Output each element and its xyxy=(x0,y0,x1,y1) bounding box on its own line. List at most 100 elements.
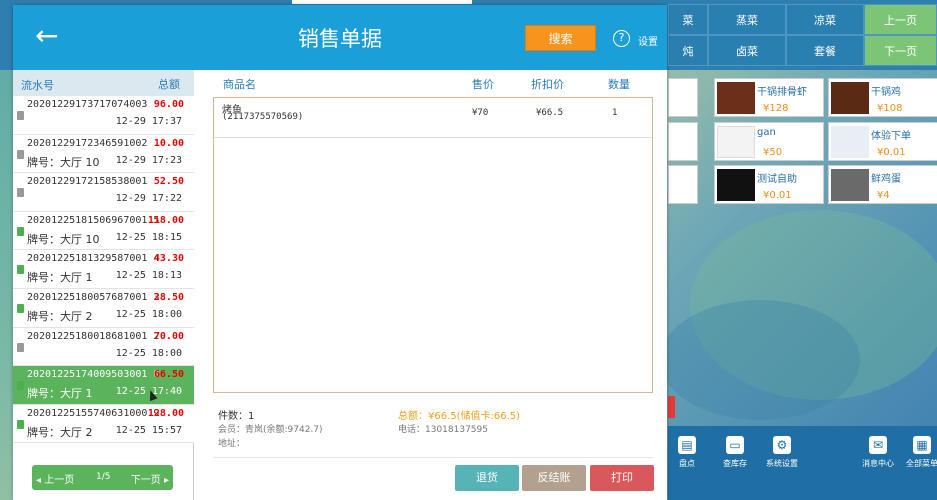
product-name: 干锅排骨虾 xyxy=(757,87,807,98)
dialog-header: ← 销售单据 搜索 ? 设置 xyxy=(13,5,667,70)
product-image xyxy=(831,82,869,114)
category-grid: 菜 蒸菜 凉菜 上一页 炖 卤菜 套餐 下一页 xyxy=(668,4,937,68)
gear-icon: ⚙ xyxy=(773,436,791,454)
receipt-icon xyxy=(17,226,24,236)
clipboard-icon: ▤ xyxy=(678,436,696,454)
product-price: ¥108 xyxy=(877,103,903,114)
receipt-amount: 28.50 xyxy=(153,292,184,303)
receipt-amount: 43.30 xyxy=(153,253,184,265)
receipt-amount: 118.00 xyxy=(147,214,184,226)
receipt-icon xyxy=(17,188,24,198)
product-card[interactable]: 测试自助 ¥0.01 xyxy=(714,165,824,204)
receipt-icon xyxy=(17,419,24,429)
category-tab[interactable]: 菜 xyxy=(668,4,708,35)
address-info: 地址： xyxy=(218,439,246,449)
table-row[interactable]: 烤鱼 (2117375570569) ¥70 ¥66.5 1 xyxy=(214,98,652,138)
receipt-row[interactable]: 20201229173717074003 96.00 12-29 17:37 xyxy=(13,96,194,135)
receipt-datetime: 12-29 17:23 xyxy=(115,154,182,166)
phone-info: 电话：13018137595 xyxy=(398,425,488,435)
product-name: 测试自助 xyxy=(757,174,797,185)
product-card[interactable]: 鲜鸡蛋 ¥4 xyxy=(828,165,937,204)
product-card[interactable] xyxy=(668,122,698,161)
receipt-serial: 20201225155740631000 9 xyxy=(27,407,160,419)
category-tab[interactable]: 套餐 xyxy=(786,35,864,66)
receipt-list-pane: 流水号 总额 20201229173717074003 96.00 12-29 17… xyxy=(13,70,194,500)
product-name: 干锅鸡 xyxy=(871,87,901,98)
print-button[interactable]: 打印 xyxy=(590,465,654,491)
receipt-table: 牌号：大厅 2 xyxy=(27,310,93,323)
column-price: 售价 xyxy=(472,78,494,91)
nav-inventory[interactable]: ▭ 查库存 xyxy=(710,436,760,469)
product-grid: 干锅排骨虾 ¥128 干锅鸡 ¥108 gan ¥50 体验下单 ¥0.01 测… xyxy=(668,73,937,209)
receipt-serial: 20201229173717074003 xyxy=(27,99,148,110)
receipt-row[interactable]: 20201225180018681001 2 70.00 12-25 18:00 xyxy=(13,327,194,367)
product-card[interactable]: 体验下单 ¥0.01 xyxy=(828,122,937,161)
receipt-table: 牌号：大厅 2 xyxy=(27,425,93,439)
member-info: 会员：青岚(余额:9742.7) xyxy=(218,425,323,435)
sales-receipts-dialog: ← 销售单据 搜索 ? 设置 流水号 总额 202012291737170740… xyxy=(13,5,667,500)
receipt-amount: 128.00 xyxy=(147,407,184,419)
receipt-table: 牌号：大厅 10 xyxy=(27,155,100,169)
inventory-icon: ▭ xyxy=(726,436,744,454)
receipt-icon xyxy=(17,304,24,313)
receipt-row[interactable]: 20201229172158538001 52.50 12-29 17:22 xyxy=(13,173,194,212)
receipt-amount: 52.50 xyxy=(153,176,184,188)
receipt-amount: 66.50 xyxy=(153,369,184,381)
page-indicator: 1/5 xyxy=(96,472,111,482)
receipt-table: 牌号：大厅 1 xyxy=(27,387,93,401)
receipt-list-header: 流水号 总额 xyxy=(13,70,194,96)
product-price: ¥50 xyxy=(763,147,783,158)
receipt-icon xyxy=(17,149,24,159)
product-name: 体验下单 xyxy=(871,131,911,142)
reverse-checkout-button[interactable]: 反结账 xyxy=(522,465,586,491)
column-discount-price: 折扣价 xyxy=(531,78,564,91)
receipt-row[interactable]: 20201225155740631000 9 128.00 牌号：大厅 2 12-25… xyxy=(13,404,194,444)
nav-stocktake[interactable]: ▤ 盘点 xyxy=(662,436,712,469)
side-tab[interactable] xyxy=(668,396,675,418)
message-icon: ✉ xyxy=(869,436,887,454)
receipt-icon xyxy=(17,342,24,352)
refund-button[interactable]: 退货 xyxy=(455,465,519,491)
product-card[interactable]: 干锅排骨虾 ¥128 xyxy=(714,78,824,117)
product-card[interactable] xyxy=(668,78,698,117)
product-card[interactable] xyxy=(668,165,698,204)
receipt-row[interactable]: 20201229172346591002 10.00 牌号：大厅 10 12-29 1… xyxy=(13,134,194,174)
column-serial: 流水号 xyxy=(21,79,54,92)
receipt-detail-pane: 商品名 售价 折扣价 数量 烤鱼 (2117375570569) ¥70 ¥66… xyxy=(195,70,667,500)
receipt-row[interactable]: 20201225180057687001 3 28.50 牌号：大厅 2 12-25 … xyxy=(13,289,194,328)
receipt-datetime: 12-29 17:22 xyxy=(115,193,182,205)
grid-icon: ▦ xyxy=(913,436,931,454)
receipt-row[interactable]: 20201225181506967001 5 118.00 牌号：大厅 10 12-2… xyxy=(13,211,194,251)
receipt-amount: 70.00 xyxy=(153,330,184,342)
category-tab[interactable]: 炖 xyxy=(668,35,708,66)
receipt-row[interactable]: 20201225174009503001 0 66.50 牌号：大厅 1 12-25 … xyxy=(13,366,194,405)
category-prev-page-button[interactable]: 上一页 xyxy=(864,4,937,35)
settings-link[interactable]: 设置 xyxy=(638,33,658,48)
receipt-icon xyxy=(17,111,24,120)
category-tab[interactable]: 卤菜 xyxy=(708,35,786,66)
receipt-serial: 20201225180018681001 2 xyxy=(27,330,160,342)
next-page-button[interactable]: 下一页 ▸ xyxy=(131,471,169,486)
receipt-datetime: 12-25 18:00 xyxy=(115,309,182,320)
nav-system-settings[interactable]: ⚙ 系统设置 xyxy=(757,436,807,469)
divider xyxy=(213,457,653,458)
category-tab[interactable]: 蒸菜 xyxy=(708,4,786,35)
nav-all-menu[interactable]: ▦ 全部菜单 xyxy=(897,436,937,469)
category-next-page-button[interactable]: 下一页 xyxy=(864,35,937,66)
background-popup-edge xyxy=(292,0,472,4)
help-icon[interactable]: ? xyxy=(613,30,630,47)
receipt-datetime: 12-25 15:57 xyxy=(115,424,182,436)
receipt-serial: 20201229172346591002 xyxy=(27,137,148,149)
product-card[interactable]: 干锅鸡 ¥108 xyxy=(828,78,937,117)
product-card[interactable]: gan ¥50 xyxy=(714,122,824,161)
nav-messages[interactable]: ✉ 消息中心 xyxy=(853,436,903,469)
receipt-table: 牌号：大厅 1 xyxy=(27,271,93,285)
receipt-row[interactable]: 20201225181329587001 4 43.30 牌号：大厅 1 12-25 … xyxy=(13,250,194,289)
receipt-icon xyxy=(17,381,24,391)
prev-page-button[interactable]: ◂ 上一页 xyxy=(36,471,74,486)
bottom-nav-bar: ▤ 盘点 ▭ 查库存 ⚙ 系统设置 ✉ 消息中心 ▦ 全部菜单 xyxy=(668,426,937,500)
category-tab[interactable]: 凉菜 xyxy=(786,4,864,35)
product-price: ¥0.01 xyxy=(877,147,906,158)
search-button[interactable]: 搜索 xyxy=(525,25,596,51)
receipt-serial: 20201225181506967001 5 xyxy=(27,214,160,226)
